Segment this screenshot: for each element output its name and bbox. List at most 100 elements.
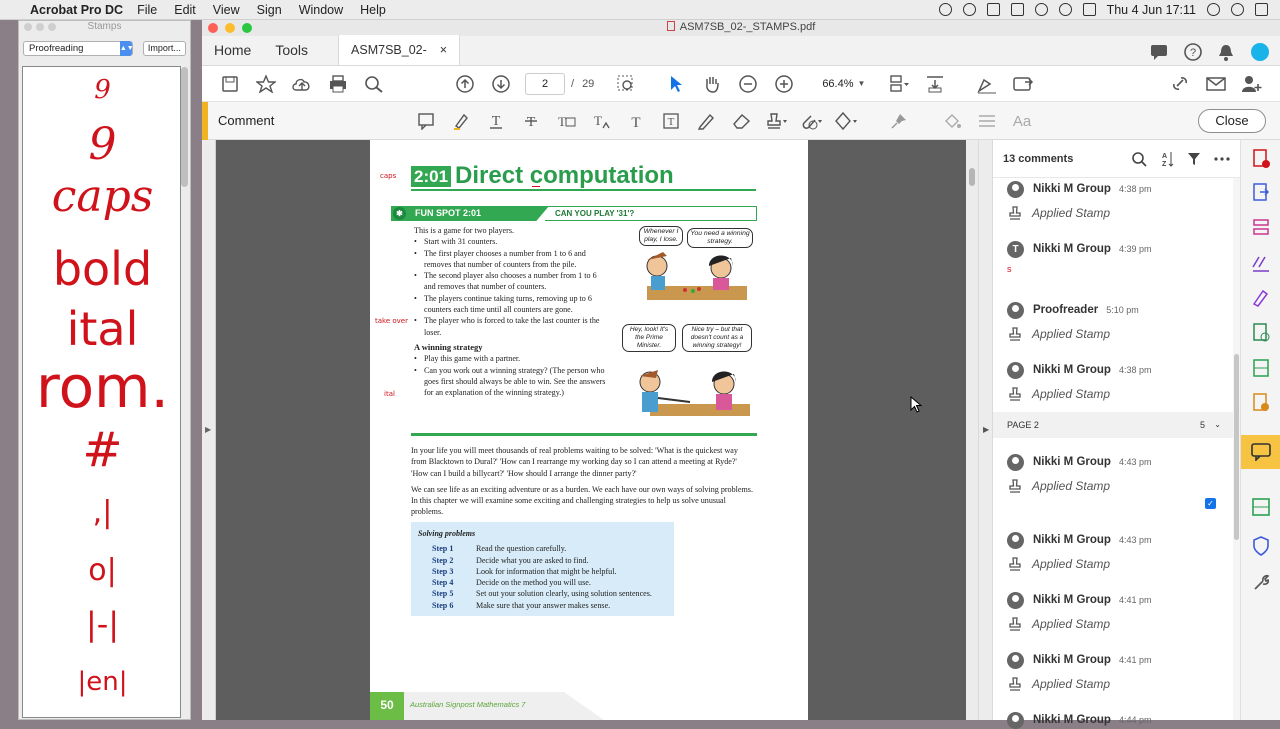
stamp-list-scrollbar[interactable] — [181, 67, 188, 187]
stamp-comma[interactable]: ,| — [23, 497, 180, 529]
document-scrollbar-thumb[interactable] — [969, 168, 975, 186]
comment-item[interactable]: Nikki M Group 4:43 pm Applied Stamp — [1007, 531, 1227, 574]
user-account-icon[interactable] — [1250, 42, 1270, 62]
stamp-bold[interactable]: bold — [23, 245, 180, 293]
menu-view[interactable]: View — [213, 3, 240, 17]
previous-page-icon[interactable] — [447, 70, 483, 98]
add-text-icon[interactable]: T — [618, 107, 653, 135]
record-icon[interactable] — [938, 3, 952, 16]
stamp-delete[interactable]: 9 — [23, 123, 180, 167]
scan-ocr-icon[interactable] — [1250, 357, 1272, 379]
comment-item[interactable]: Nikki M Group 4:41 pm Applied Stamp — [1007, 651, 1227, 694]
pdf-page[interactable]: caps take over ital 2:01 Direct computat… — [370, 140, 808, 720]
filter-icon[interactable] — [1187, 151, 1201, 167]
stamp-full-stop[interactable]: o| — [23, 555, 180, 587]
insert-text-icon[interactable]: T — [583, 107, 618, 135]
document-area[interactable]: ▶ caps take over ital 2:01 Direct comput… — [202, 140, 992, 720]
tab-home[interactable]: Home — [202, 35, 263, 65]
edit-pdf-icon[interactable] — [1250, 252, 1272, 274]
siri-icon[interactable] — [1231, 3, 1244, 16]
close-icon[interactable] — [24, 23, 32, 31]
window-close-icon[interactable] — [208, 23, 218, 33]
menu-help[interactable]: Help — [360, 3, 386, 17]
text-properties-icon[interactable]: Aa — [1004, 107, 1039, 135]
import-button[interactable]: Import... — [142, 40, 186, 56]
combine-files-icon[interactable] — [1250, 322, 1272, 344]
stamp-hyphen[interactable]: |-| — [23, 607, 180, 641]
sticky-note-icon[interactable] — [408, 107, 443, 135]
comment-item[interactable]: Nikki M Group 4:38 pm Applied Stamp — [1007, 361, 1227, 404]
chat-icon[interactable] — [1150, 44, 1168, 60]
attach-file-icon[interactable] — [793, 107, 828, 135]
margin-mark-caps[interactable]: caps — [380, 172, 396, 180]
sort-icon[interactable]: AZ — [1160, 150, 1174, 168]
battery-icon[interactable] — [1082, 3, 1096, 16]
menu-file[interactable]: File — [137, 3, 157, 17]
stamp-delete-small[interactable]: 9 — [23, 75, 180, 105]
stamp-rom[interactable]: rom. — [23, 357, 180, 417]
bell-icon[interactable] — [1218, 43, 1234, 61]
document-scrollbar[interactable] — [966, 140, 978, 720]
print-icon[interactable] — [320, 70, 356, 98]
margin-mark-ital[interactable]: ital — [384, 390, 395, 398]
export-pdf-icon[interactable] — [1250, 182, 1272, 204]
fill-sign-icon[interactable] — [1250, 287, 1272, 309]
stamp-ital[interactable]: ital — [23, 305, 180, 353]
search-icon[interactable] — [1131, 151, 1147, 167]
close-comment-button[interactable]: Close — [1198, 109, 1266, 133]
chevron-down-icon[interactable]: ⌄ — [1214, 412, 1221, 438]
clock[interactable]: Thu 4 Jun 17:11 — [1107, 3, 1196, 17]
spotlight-icon[interactable] — [1207, 3, 1220, 16]
replace-text-icon[interactable]: T — [548, 107, 583, 135]
page-number-input[interactable]: 2 — [525, 72, 565, 95]
scroll-mode-icon[interactable] — [917, 70, 953, 98]
underline-text-icon[interactable]: T — [478, 107, 513, 135]
cloud-icon[interactable] — [962, 3, 976, 16]
fill-color-icon[interactable] — [934, 107, 969, 135]
add-user-icon[interactable] — [1234, 70, 1270, 98]
zoom-level[interactable]: 66.4% — [822, 78, 853, 90]
zoom-icon[interactable] — [48, 23, 56, 31]
stamp-category-select[interactable]: Proofreading ▲▼ — [23, 40, 134, 56]
help-icon[interactable]: ? — [1184, 43, 1202, 61]
strikethrough-text-icon[interactable]: T — [513, 107, 548, 135]
wifi-icon[interactable] — [1058, 3, 1072, 16]
eraser-icon[interactable] — [723, 107, 758, 135]
menu-edit[interactable]: Edit — [174, 3, 196, 17]
airplay-icon[interactable] — [1010, 3, 1024, 16]
left-panel-toggle[interactable]: ▶ — [202, 140, 216, 720]
next-page-icon[interactable] — [483, 70, 519, 98]
stamp-en-dash[interactable]: |en| — [23, 665, 180, 699]
highlight-icon[interactable] — [443, 107, 478, 135]
create-pdf-icon[interactable] — [1250, 148, 1272, 170]
page-display-icon[interactable] — [881, 70, 917, 98]
compare-files-icon[interactable] — [1250, 392, 1272, 414]
right-panel-toggle[interactable]: ▶ — [978, 140, 992, 720]
search-zoom-icon[interactable] — [356, 70, 392, 98]
stamp-tool-icon[interactable] — [758, 107, 793, 135]
collapse-right-icon[interactable]: ▶ — [983, 425, 989, 434]
send-track-icon[interactable] — [1005, 70, 1041, 98]
comment-tool-icon[interactable] — [1241, 435, 1280, 469]
save-icon[interactable] — [212, 70, 248, 98]
sign-pen-icon[interactable] — [969, 70, 1005, 98]
print-production-icon[interactable] — [1250, 496, 1272, 518]
minimize-icon[interactable] — [36, 23, 44, 31]
organize-pages-icon[interactable] — [1250, 217, 1272, 239]
expand-left-icon[interactable]: ▶ — [205, 425, 211, 434]
share-link-icon[interactable] — [1162, 70, 1198, 98]
bluetooth-icon[interactable] — [1034, 3, 1048, 16]
app-menu[interactable]: Acrobat Pro DC — [30, 3, 123, 17]
comment-item[interactable]: Nikki M Group 4:38 pm Applied Stamp — [1007, 180, 1227, 223]
text-box-icon[interactable]: T — [653, 107, 688, 135]
email-icon[interactable] — [1198, 70, 1234, 98]
line-weight-icon[interactable] — [969, 107, 1004, 135]
notification-center-icon[interactable] — [1255, 3, 1268, 16]
hand-tool-icon[interactable] — [694, 70, 730, 98]
zoom-in-icon[interactable] — [766, 70, 802, 98]
select-area-zoom-icon[interactable] — [608, 70, 644, 98]
tab-close-icon[interactable]: × — [440, 35, 447, 65]
margin-mark-take-over[interactable]: take over — [375, 317, 408, 325]
stamp-space[interactable]: # — [23, 425, 180, 475]
dropbox-icon[interactable] — [986, 3, 1000, 16]
